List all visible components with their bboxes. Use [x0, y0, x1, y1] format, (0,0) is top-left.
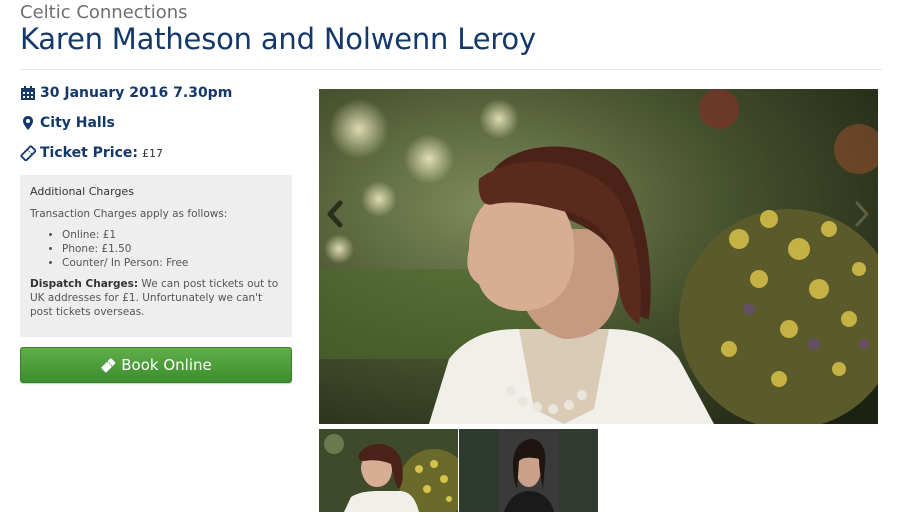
dispatch-label: Dispatch Charges:: [30, 278, 139, 290]
charges-heading: Additional Charges: [30, 185, 134, 198]
charge-item: Counter/ In Person: Free: [62, 256, 282, 270]
ticket-icon: [20, 145, 37, 162]
book-online-label: Book Online: [121, 356, 212, 374]
event-venue: City Halls: [20, 115, 115, 131]
ticket-price: Ticket Price: £17: [20, 145, 163, 162]
event-date: 30 January 2016 7.30pm: [20, 85, 232, 101]
charge-item: Phone: £1.50: [62, 242, 282, 256]
gallery-thumbnail[interactable]: [319, 429, 458, 512]
ticket-price-value: £17: [142, 146, 163, 160]
charges-intro: Transaction Charges apply as follows:: [30, 208, 228, 220]
divider: [20, 69, 882, 70]
dispatch-charges: Dispatch Charges: We can post tickets ou…: [30, 277, 282, 319]
chevron-left-icon[interactable]: [325, 200, 345, 228]
charge-item: Online: £1: [62, 228, 282, 242]
additional-charges-panel: Additional Charges Transaction Charges a…: [20, 175, 292, 337]
map-marker-icon: [20, 115, 36, 131]
page-title: Karen Matheson and Nolwenn Leroy: [20, 22, 536, 56]
event-venue-text: City Halls: [40, 115, 115, 131]
calendar-icon: [20, 85, 36, 101]
chevron-right-icon[interactable]: [852, 200, 872, 228]
gallery-thumbnail[interactable]: [459, 429, 598, 512]
event-date-text: 30 January 2016 7.30pm: [40, 85, 233, 101]
ticket-price-label: Ticket Price:: [40, 145, 138, 161]
ticket-icon: [100, 357, 116, 373]
hero-image: [319, 89, 878, 424]
series-name: Celtic Connections: [20, 2, 188, 23]
book-online-button[interactable]: Book Online: [20, 347, 292, 383]
charges-list: Online: £1 Phone: £1.50 Counter/ In Pers…: [62, 228, 282, 270]
